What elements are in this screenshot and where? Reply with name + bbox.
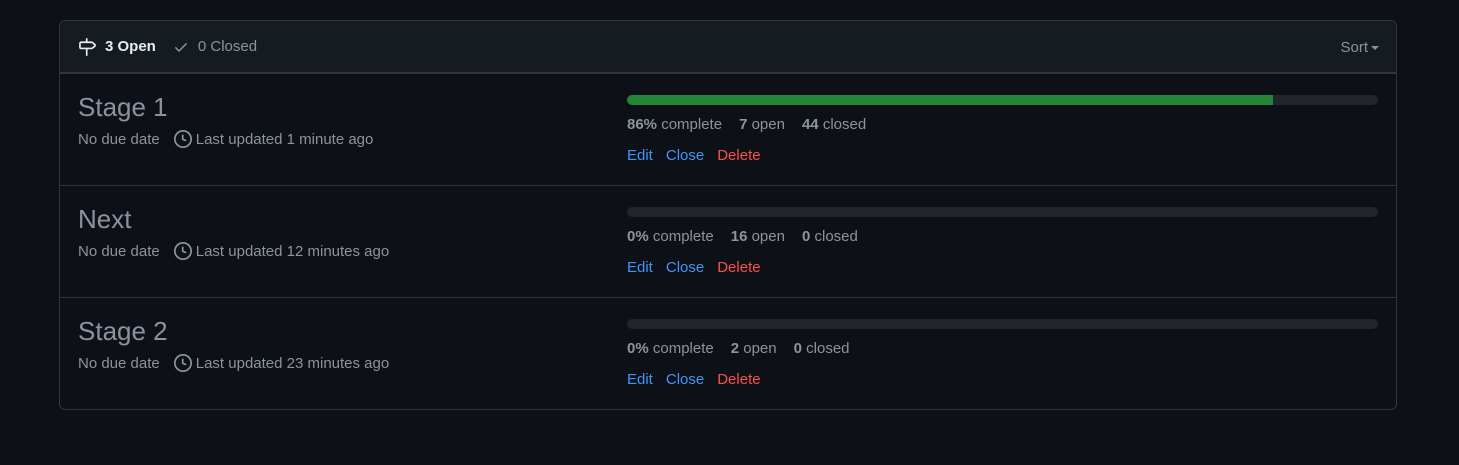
last-updated: Last updated 23 minutes ago [195, 354, 390, 372]
sort-dropdown[interactable]: Sort [1340, 21, 1379, 73]
open-issues: 7 open [739, 116, 785, 133]
milestone-title[interactable]: Stage 2 [78, 316, 389, 346]
milestone-title[interactable]: Next [78, 204, 389, 234]
open-issues: 2 open [730, 340, 777, 357]
clock-icon [173, 242, 192, 260]
last-updated: Last updated 1 minute ago [195, 130, 374, 148]
open-milestones-link[interactable]: 3 Open [78, 37, 156, 56]
due-date: No due date [78, 130, 160, 148]
state-filter: 3 Open 0 Closed [78, 37, 274, 56]
check-icon [173, 39, 189, 55]
milestone-row: Stage 1 No due date Last updated 1 minut… [60, 73, 1396, 185]
milestones-header: 3 Open 0 Closed Sort [60, 21, 1396, 73]
delete-button[interactable]: Delete [717, 259, 760, 276]
due-date: No due date [78, 354, 160, 372]
delete-button[interactable]: Delete [717, 371, 760, 388]
close-button[interactable]: Close [666, 147, 704, 164]
closed-milestones-link[interactable]: 0 Closed [173, 38, 257, 55]
close-button[interactable]: Close [666, 259, 704, 276]
milestones-box: 3 Open 0 Closed Sort Stage 1 No due date [59, 20, 1397, 410]
clock-icon [173, 354, 192, 372]
last-updated: Last updated 12 minutes ago [195, 242, 390, 260]
milestone-row: Next No due date Last updated 12 minutes… [60, 185, 1396, 297]
edit-button[interactable]: Edit [627, 371, 653, 388]
milestone-row: Stage 2 No due date Last updated 23 minu… [60, 297, 1396, 409]
percent-complete: 0% complete [627, 340, 714, 357]
percent-complete: 86% complete [627, 116, 723, 133]
edit-button[interactable]: Edit [627, 147, 653, 164]
milestone-icon [78, 37, 96, 56]
caret-down-icon [1371, 46, 1379, 50]
clock-icon [173, 130, 192, 148]
delete-button[interactable]: Delete [717, 147, 760, 164]
closed-count-label: 0 Closed [197, 38, 258, 55]
edit-button[interactable]: Edit [627, 259, 653, 276]
progress-bar [627, 95, 1378, 105]
closed-issues: 44 closed [801, 116, 867, 133]
open-count-label: 3 Open [105, 38, 156, 55]
milestone-title[interactable]: Stage 1 [78, 92, 373, 122]
progress-fill [627, 95, 1273, 105]
percent-complete: 0% complete [627, 228, 714, 245]
progress-bar [627, 207, 1378, 217]
closed-issues: 0 closed [793, 340, 850, 357]
sort-label: Sort [1340, 38, 1368, 56]
open-issues: 16 open [730, 228, 785, 245]
progress-bar [627, 319, 1378, 329]
closed-issues: 0 closed [801, 228, 858, 245]
close-button[interactable]: Close [666, 371, 704, 388]
due-date: No due date [78, 242, 160, 260]
